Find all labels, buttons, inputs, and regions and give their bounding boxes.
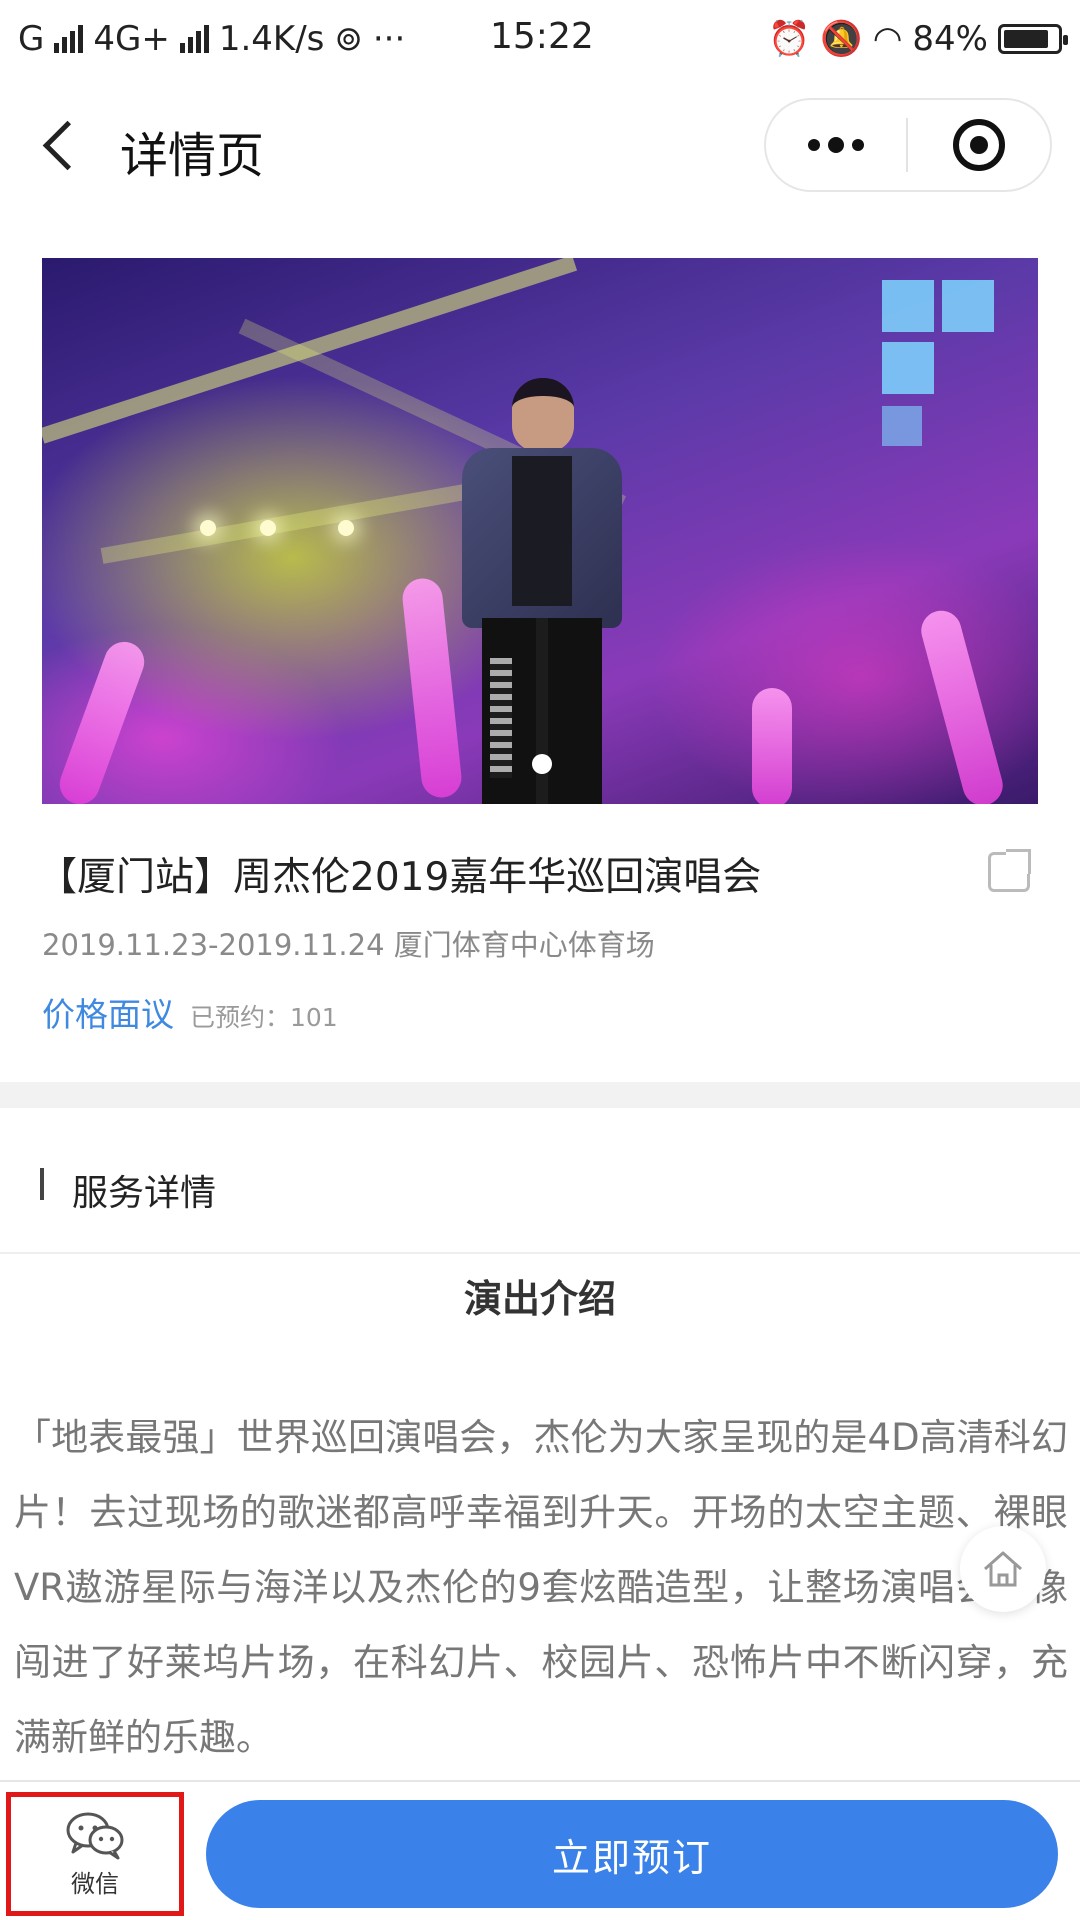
- nav-bar: 详情页: [0, 78, 1080, 208]
- detail-page: G 4G+ 1.4K/s ⊚ ··· 15:22 ⏰ 🔕 ◠ 84% 详情页 【…: [0, 0, 1080, 1920]
- signal-icon-2: [179, 25, 209, 53]
- wifi-icon: ◠: [872, 19, 903, 59]
- battery-fill: [1004, 30, 1048, 48]
- clock: 15:22: [490, 16, 594, 57]
- status-right: ⏰ 🔕 ◠ 84%: [768, 19, 1068, 59]
- page-title: 详情页: [120, 128, 265, 184]
- section-title: 服务详情: [72, 1173, 217, 1214]
- battery-icon: [998, 24, 1068, 54]
- more-options-button[interactable]: [766, 100, 906, 190]
- stage-spotlight: [200, 520, 216, 536]
- event-title: 【厦门站】周杰伦2019嘉年华巡回演唱会: [38, 855, 762, 900]
- bottom-action-bar: 微信 立即预订: [0, 1780, 1080, 1920]
- glow-stick: [752, 688, 792, 804]
- mini-program-capsule: [764, 98, 1052, 192]
- close-mini-program-button[interactable]: [908, 100, 1050, 190]
- network-label: 4G+: [93, 19, 170, 59]
- price-row: 价格面议 已预约：101: [42, 988, 338, 1036]
- glow-stick: [54, 636, 150, 804]
- alarm-icon: ⏰: [768, 19, 811, 59]
- led-panel: [882, 406, 922, 446]
- stage-spotlight: [338, 520, 354, 536]
- wechat-icon: [66, 1812, 124, 1859]
- share-icon[interactable]: [988, 852, 1030, 892]
- carrier-label: G: [18, 19, 45, 59]
- signal-icon: [54, 25, 84, 53]
- stage-spotlight: [260, 520, 276, 536]
- carousel-indicator-dot: [532, 754, 552, 774]
- intro-title: 演出介绍: [463, 1277, 616, 1321]
- glow-stick: [916, 606, 1008, 804]
- mute-icon: 🔕: [820, 19, 863, 59]
- home-button[interactable]: [960, 1526, 1046, 1612]
- led-panel: [942, 280, 994, 332]
- booked-count: 已预约：101: [190, 1003, 338, 1032]
- network-speed: 1.4K/s: [218, 19, 325, 59]
- event-banner-image[interactable]: [42, 258, 1038, 804]
- section-separator: [0, 1082, 1080, 1108]
- more-notifications-icon: ···: [372, 19, 406, 59]
- back-button[interactable]: [36, 118, 86, 178]
- section-marker: [40, 1168, 44, 1200]
- led-panel: [882, 342, 934, 394]
- wechat-contact-button[interactable]: 微信: [6, 1792, 184, 1916]
- performer-figure: [442, 378, 642, 804]
- led-panel: [882, 280, 934, 332]
- target-icon: [953, 119, 1005, 171]
- wechat-label: 微信: [71, 1869, 119, 1898]
- hotspot-icon: ⊚: [334, 19, 363, 59]
- service-details-header: 服务详情: [0, 1108, 1080, 1254]
- status-bar: G 4G+ 1.4K/s ⊚ ··· 15:22 ⏰ 🔕 ◠ 84%: [0, 0, 1080, 78]
- book-now-button[interactable]: 立即预订: [206, 1800, 1058, 1908]
- battery-percent: 84%: [912, 19, 988, 59]
- event-date-venue: 2019.11.23-2019.11.24 厦门体育中心体育场: [42, 928, 655, 962]
- status-left: G 4G+ 1.4K/s ⊚ ···: [18, 19, 405, 59]
- price-label: 价格面议: [42, 995, 174, 1034]
- intro-body: 「地表最强」世界巡回演唱会，杰伦为大家呈现的是4D高清科幻片！去过现场的歌迷都高…: [14, 1416, 1068, 1759]
- home-icon: [984, 1551, 1022, 1587]
